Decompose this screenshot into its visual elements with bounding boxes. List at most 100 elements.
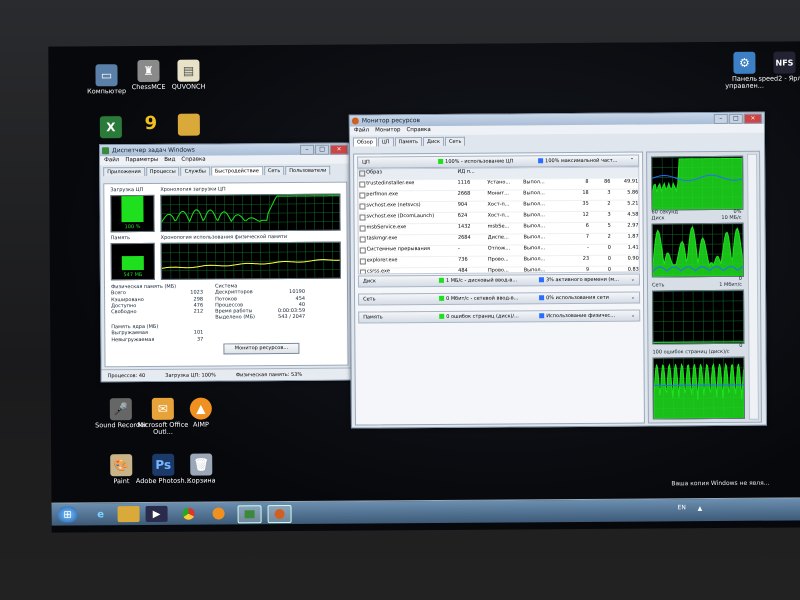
table-cell: 3: [607, 211, 611, 218]
resource-monitor-button[interactable]: Монитор ресурсов...: [223, 342, 300, 355]
disk-active-text: 3% активного времени (м...: [545, 276, 619, 284]
maximize-button[interactable]: □: [315, 144, 330, 155]
grid-line: [652, 156, 743, 158]
desktop-icon-quvonch[interactable]: ▤ QUVONCH: [160, 59, 216, 91]
input-language[interactable]: EN: [678, 504, 686, 511]
taskmgr-icon[interactable]: [237, 505, 262, 524]
media-player-icon[interactable]: ▶: [145, 505, 168, 522]
table-cell: Отлож...: [487, 245, 511, 252]
row-checkbox[interactable]: [359, 257, 367, 267]
menu-help[interactable]: Справка: [406, 126, 430, 135]
tab-cpu[interactable]: ЦП: [377, 137, 394, 147]
control-panel-icon: ⚙: [733, 51, 756, 74]
cpu-history-svg: [161, 194, 340, 231]
network-usage-text: 0% использования сети: [546, 294, 609, 302]
desktop-screen: ▭ Компьютер ♜ ChessMCE ▤ QUVONCH X 9 ⚙ П…: [48, 41, 800, 533]
disk-section-bar[interactable]: Диск 1 МБ/с - дисковый ввод-в... 3% акти…: [357, 273, 640, 288]
memory-history-line: [161, 259, 340, 269]
table-cell: 5: [607, 222, 611, 229]
grid-line: [161, 203, 340, 206]
resource-monitor-window[interactable]: Монитор ресурсов – □ × Файл Монитор Спра…: [348, 111, 767, 429]
memory-section-bar[interactable]: Память 0 ошибок страниц (диск)/... Испол…: [358, 309, 641, 324]
chevron-down-icon[interactable]: ⌄: [631, 275, 635, 285]
cpu-area: [651, 157, 743, 210]
aimp-icon[interactable]: [208, 505, 230, 521]
desktop-icon-speed2[interactable]: NFS speed2 - Ярлык: [756, 51, 800, 83]
table-cell: 3: [607, 189, 611, 196]
tab-disk[interactable]: Диск: [422, 136, 444, 147]
tab-network[interactable]: Сеть: [263, 166, 285, 176]
row-checkbox[interactable]: [359, 246, 367, 256]
minimize-button[interactable]: –: [300, 144, 315, 155]
row-checkbox[interactable]: [358, 213, 366, 223]
network-side-graph: [652, 289, 745, 345]
folder-icon: [177, 113, 200, 136]
network-section-bar[interactable]: Сеть 0 Мбит/с - сетевой ввод-в... 0% исп…: [358, 291, 641, 306]
graph-pane-scrollbar[interactable]: [747, 153, 759, 420]
cpu-side-graph: [651, 155, 744, 211]
grid-line: [653, 300, 744, 302]
table-cell: Выпол...: [523, 190, 545, 197]
ie-icon[interactable]: e: [90, 506, 112, 522]
desktop-icon-folder[interactable]: [161, 113, 217, 137]
task-manager-window[interactable]: Диспетчер задач Windows – □ × Файл Парам…: [98, 142, 353, 383]
table-cell: [523, 168, 559, 178]
close-button[interactable]: ×: [330, 144, 349, 155]
resmon-icon[interactable]: [267, 504, 292, 524]
cpu-usage-label: Загрузка ЦП: [110, 186, 144, 194]
process-table: Образ ИД п... trustedinstaller.exe 1116 Уста…: [357, 166, 640, 275]
tab-performance[interactable]: Быстродействие: [210, 166, 263, 176]
menu-view[interactable]: Вид: [164, 156, 175, 165]
cpu-section-title: ЦП: [362, 159, 370, 166]
menu-options[interactable]: Параметры: [125, 156, 158, 165]
folder-icon[interactable]: [117, 506, 140, 523]
row-checkbox[interactable]: [358, 202, 366, 212]
chevron-down-icon[interactable]: ⌄: [631, 293, 635, 303]
desktop-icon-recycle-bin[interactable]: 🗑 Корзина: [173, 453, 229, 485]
tab-services[interactable]: Службы: [180, 166, 210, 176]
desktop-icon-label: QUVONCH: [171, 82, 206, 91]
tab-applications[interactable]: Приложения: [103, 166, 145, 177]
menu-monitor[interactable]: Монитор: [375, 126, 400, 135]
menu-file[interactable]: Файл: [104, 156, 119, 165]
blue-square-icon: [539, 295, 545, 301]
task-manager-titlebar[interactable]: Диспетчер задач Windows – □ ×: [100, 143, 351, 157]
row-checkbox[interactable]: [359, 224, 367, 234]
computer-icon: ▭: [95, 64, 118, 87]
table-cell: -: [457, 245, 460, 252]
cpu-history-line: [161, 195, 340, 223]
memory-history-label: Хронология использования физической памя…: [160, 233, 288, 241]
table-cell: 23: [582, 255, 590, 262]
grid-line: [161, 212, 340, 215]
menu-file[interactable]: Файл: [354, 126, 369, 135]
tab-memory[interactable]: Память: [394, 137, 423, 147]
row-checkbox[interactable]: [358, 191, 366, 201]
game-icon: NFS: [773, 51, 796, 74]
desktop-icon-aimp[interactable]: ▲ AIMP: [173, 397, 229, 429]
recycle-bin-icon: 🗑: [190, 453, 213, 476]
stat-value: 37: [196, 336, 204, 343]
tab-users[interactable]: Пользователи: [285, 165, 331, 176]
chrome-icon[interactable]: [178, 506, 200, 522]
memory-meter: 547 МБ: [110, 242, 155, 281]
tab-network[interactable]: Сеть: [444, 136, 466, 146]
maximize-button[interactable]: □: [728, 113, 743, 124]
close-button[interactable]: ×: [743, 113, 762, 124]
system-group: Система Дескрипторов 10190 Потоков 454 Про…: [215, 283, 305, 321]
row-checkbox[interactable]: [358, 180, 366, 190]
cpu-usage-text: 100% - использование ЦП: [445, 158, 514, 165]
menu-help[interactable]: Справка: [181, 156, 205, 165]
minimize-button[interactable]: –: [713, 113, 728, 125]
row-checkbox[interactable]: [359, 268, 367, 275]
table-cell: 736: [458, 256, 468, 263]
row-checkbox[interactable]: [358, 169, 366, 179]
tab-overview[interactable]: Обзор: [352, 137, 377, 147]
grid-line: [653, 367, 744, 369]
row-checkbox[interactable]: [359, 235, 367, 245]
tab-processes[interactable]: Процессы: [145, 166, 180, 176]
table-cell: Выпол...: [523, 179, 545, 186]
start-button[interactable]: ⊞: [57, 506, 78, 523]
chevron-up-icon[interactable]: ⌃: [630, 156, 634, 166]
chevron-down-icon[interactable]: ⌄: [631, 311, 635, 321]
tray-arrow-icon[interactable]: ▲: [698, 505, 703, 512]
